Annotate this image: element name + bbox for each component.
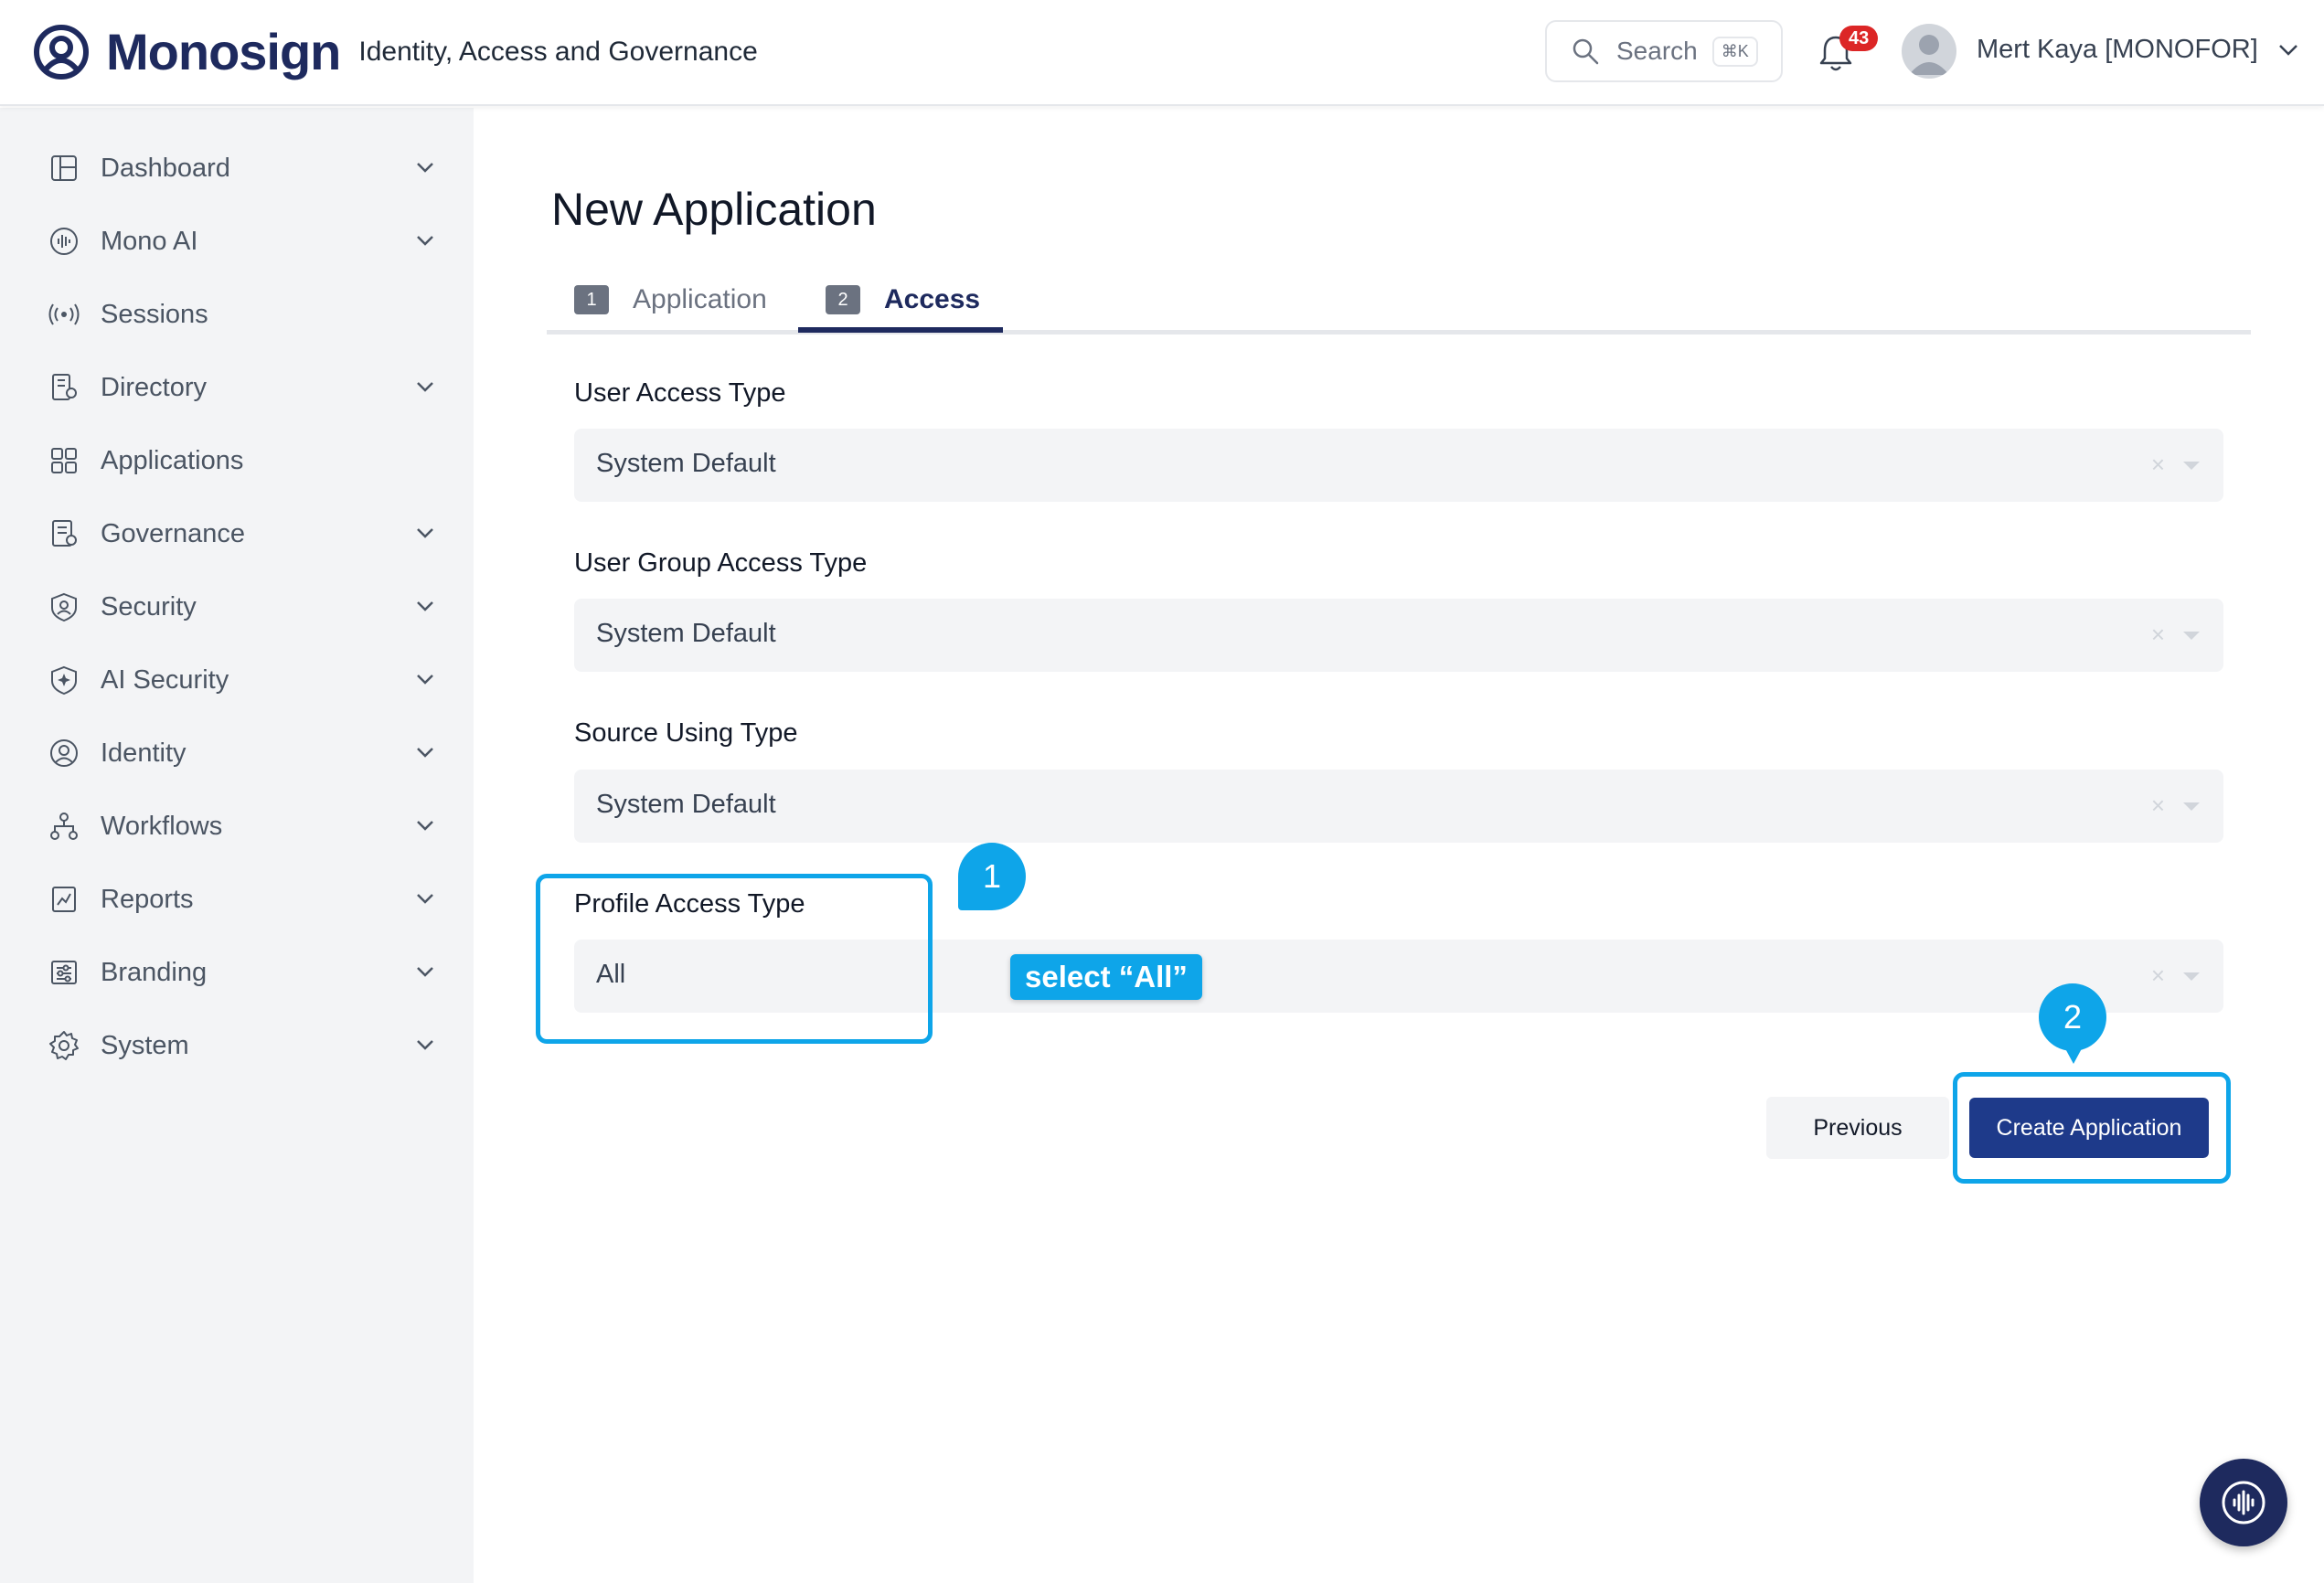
chevron-down-icon xyxy=(417,163,433,173)
brand-tagline: Identity, Access and Governance xyxy=(358,37,758,67)
governance-icon xyxy=(52,520,77,547)
clear-icon[interactable]: × xyxy=(2151,792,2165,820)
sidebar-item-label: Branding xyxy=(101,957,208,987)
highlight-create-button xyxy=(1953,1072,2231,1184)
sidebar-item-label: Dashboard xyxy=(101,153,230,183)
sidebar-item-label: AI Security xyxy=(101,664,229,695)
sidebar-item-label: System xyxy=(101,1030,189,1060)
previous-button[interactable]: Previous xyxy=(1766,1097,1949,1159)
search-icon xyxy=(1572,38,1599,65)
user-access-type-label: User Access Type xyxy=(574,378,786,408)
annotation-tooltip: select “All” xyxy=(1010,954,1202,1000)
reports-icon xyxy=(52,887,76,912)
chevron-down-icon xyxy=(417,382,433,392)
sidebar-item-sessions[interactable]: Sessions xyxy=(0,278,474,351)
tab-access[interactable]: 2 Access xyxy=(826,265,980,335)
user-name[interactable]: Mert Kaya [MONOFOR] xyxy=(1977,35,2258,65)
chevron-down-icon[interactable] xyxy=(2276,42,2300,58)
sidebar-item-system[interactable]: System xyxy=(0,1009,474,1082)
sidebar-item-label: Security xyxy=(101,591,197,622)
select-value: System Default xyxy=(596,790,776,819)
notification-badge: 43 xyxy=(1839,26,1879,51)
caret-down-icon[interactable] xyxy=(2183,802,2200,811)
source-using-type-label: Source Using Type xyxy=(574,718,798,748)
sidebar-item-applications[interactable]: Applications xyxy=(0,424,474,497)
sidebar-item-directory[interactable]: Directory xyxy=(0,351,474,424)
wizard-tabs: 1 Application 2 Access xyxy=(547,265,2251,335)
select-value: System Default xyxy=(596,619,776,648)
directory-icon xyxy=(52,374,77,400)
caret-down-icon[interactable] xyxy=(2183,972,2200,981)
user-group-access-type-select[interactable]: System Default × xyxy=(574,599,2223,672)
sidebar-item-label: Reports xyxy=(101,884,194,914)
caret-down-icon[interactable] xyxy=(2183,632,2200,640)
logo[interactable]: Monosign Identity, Access and Governance xyxy=(33,24,758,80)
sidebar-item-label: Directory xyxy=(101,372,208,402)
tab-step-number: 2 xyxy=(826,285,860,314)
chevron-down-icon xyxy=(417,675,433,685)
tab-step-number: 1 xyxy=(574,285,609,314)
brand-name: Monosign xyxy=(106,23,341,80)
user-access-type-select[interactable]: System Default × xyxy=(574,429,2223,502)
monosign-logo-icon xyxy=(34,25,89,80)
branding-icon xyxy=(51,961,77,984)
sidebar-item-security[interactable]: Security xyxy=(0,570,474,643)
page-title: New Application xyxy=(551,184,877,235)
search-shortcut: ⌘K xyxy=(1711,36,1758,67)
top-header: Monosign Identity, Access and Governance… xyxy=(0,0,2324,106)
sidebar-item-identity[interactable]: Identity xyxy=(0,717,474,790)
chevron-down-icon xyxy=(417,894,433,904)
workflows-icon xyxy=(50,813,78,840)
clear-icon[interactable]: × xyxy=(2151,961,2165,990)
mono-ai-icon xyxy=(50,228,78,255)
identity-icon xyxy=(50,739,78,767)
select-value: System Default xyxy=(596,449,776,478)
search-label: Search xyxy=(1616,37,1698,65)
chevron-down-icon xyxy=(417,748,433,758)
active-tab-indicator xyxy=(798,327,1003,333)
sidebar-item-governance[interactable]: Governance xyxy=(0,497,474,570)
source-using-type-select[interactable]: System Default × xyxy=(574,770,2223,843)
sidebar-item-label: Governance xyxy=(101,518,245,548)
clear-icon[interactable]: × xyxy=(2151,451,2165,479)
sidebar-item-branding[interactable]: Branding xyxy=(0,936,474,1009)
dashboard-icon xyxy=(51,155,77,181)
sidebar-item-label: Applications xyxy=(101,445,244,475)
sidebar-item-label: Identity xyxy=(101,738,187,768)
sidebar-item-reports[interactable]: Reports xyxy=(0,863,474,936)
caret-down-icon[interactable] xyxy=(2183,462,2200,470)
highlight-profile-access xyxy=(536,874,933,1044)
chevron-down-icon xyxy=(417,528,433,538)
global-search[interactable]: Search ⌘K xyxy=(1545,20,1783,82)
user-group-access-type-label: User Group Access Type xyxy=(574,548,868,578)
ai-assistant-icon xyxy=(2222,1481,2265,1525)
ai-shield-icon xyxy=(51,665,77,696)
tab-label: Access xyxy=(884,284,981,314)
user-avatar-icon xyxy=(1909,35,1949,75)
applications-icon xyxy=(51,448,77,473)
sidebar-item-label: Mono AI xyxy=(101,226,198,256)
sidebar-item-workflows[interactable]: Workflows xyxy=(0,790,474,863)
sidebar: Dashboard Mono AI Sessions Directory App… xyxy=(0,108,474,1583)
chevron-down-icon xyxy=(417,967,433,977)
sessions-icon xyxy=(48,303,80,325)
chevron-down-icon xyxy=(417,1040,433,1050)
step-marker-2: 2 xyxy=(2039,983,2106,1051)
chevron-down-icon xyxy=(417,236,433,246)
shield-icon xyxy=(51,592,77,622)
sidebar-item-label: Sessions xyxy=(101,299,208,329)
chevron-down-icon xyxy=(417,601,433,611)
assistant-fab[interactable] xyxy=(2200,1459,2287,1546)
step-marker-1: 1 xyxy=(958,843,1026,910)
chevron-down-icon xyxy=(417,821,433,831)
sidebar-item-ai-security[interactable]: AI Security xyxy=(0,643,474,717)
tab-label: Application xyxy=(633,284,767,314)
sidebar-item-dashboard[interactable]: Dashboard xyxy=(0,132,474,205)
sidebar-item-label: Workflows xyxy=(101,811,223,841)
gear-icon xyxy=(49,1031,79,1060)
clear-icon[interactable]: × xyxy=(2151,621,2165,649)
tab-application[interactable]: 1 Application xyxy=(574,265,767,335)
sidebar-item-mono-ai[interactable]: Mono AI xyxy=(0,205,474,278)
avatar[interactable] xyxy=(1902,24,1956,79)
